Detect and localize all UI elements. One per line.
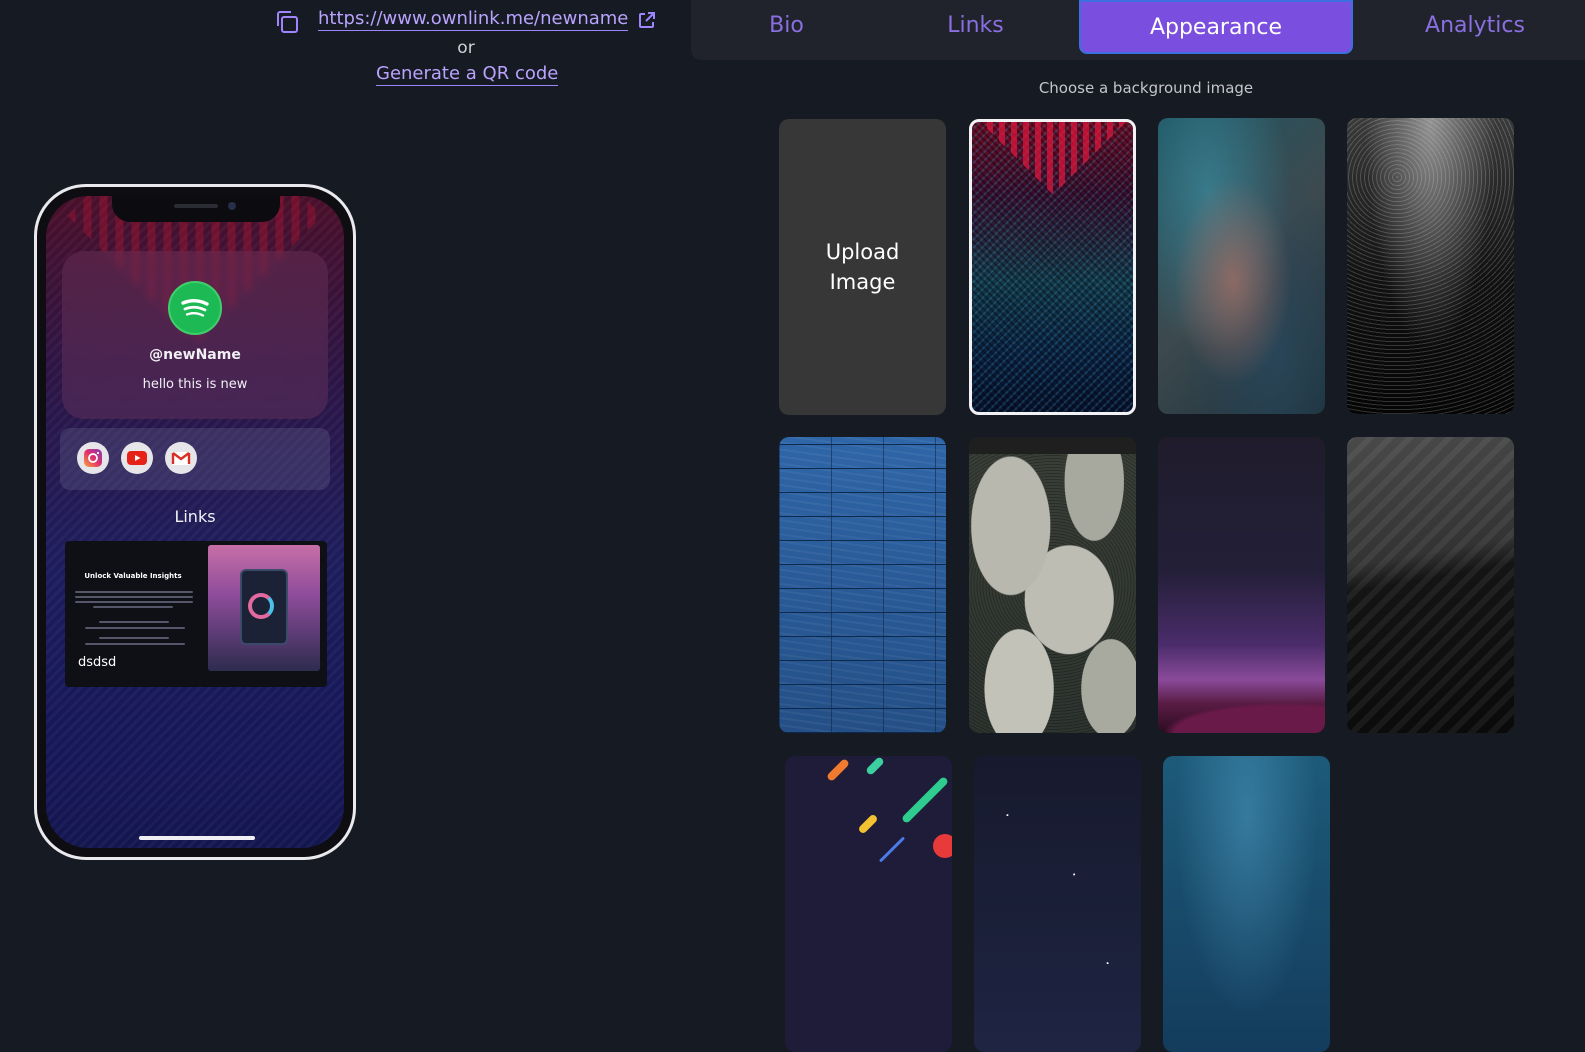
streak-shape <box>865 756 885 776</box>
background-option-color-streaks[interactable] <box>785 756 952 1052</box>
phone-camera <box>228 202 236 210</box>
streak-shape <box>857 813 879 835</box>
spotify-icon <box>181 299 209 317</box>
home-indicator <box>139 836 255 840</box>
upload-image-label: Upload Image <box>825 240 900 294</box>
phone-screen: @newName hello this is new Links Unlock … <box>46 196 344 848</box>
background-option-camo[interactable] <box>969 437 1136 733</box>
background-option-chevron-selected[interactable] <box>969 119 1136 415</box>
tab-bar: Bio Links Appearance Analytics <box>691 0 1585 60</box>
instagram-icon[interactable] <box>77 442 109 474</box>
donut-chart-illustration <box>248 593 274 619</box>
youtube-icon[interactable] <box>121 442 153 474</box>
streak-shape <box>933 834 952 858</box>
link-card-text-line <box>93 606 173 608</box>
streak-shape <box>825 757 851 783</box>
or-separator: or <box>457 38 475 58</box>
tab-appearance[interactable]: Appearance <box>1079 0 1353 54</box>
link-card-text-line <box>75 601 193 603</box>
link-card-text-line <box>75 591 193 593</box>
background-section-label: Choose a background image <box>1038 79 1254 97</box>
profile-handle: @newName <box>149 347 241 363</box>
tab-bio[interactable]: Bio <box>709 0 864 54</box>
background-option-night-sky[interactable] <box>974 756 1141 1052</box>
tab-analytics[interactable]: Analytics <box>1397 0 1553 54</box>
social-icons-row <box>60 428 330 490</box>
profile-url-link[interactable]: https://www.ownlink.me/newname <box>318 8 629 31</box>
background-option-desert-dusk[interactable] <box>1158 437 1325 733</box>
link-card-text-line <box>99 621 169 623</box>
phone-notch <box>112 196 280 222</box>
copy-icon[interactable] <box>274 9 300 35</box>
generate-qr-link[interactable]: Generate a QR code <box>376 63 559 86</box>
tab-links[interactable]: Links <box>898 0 1053 54</box>
link-card-title: Unlock Valuable Insights <box>84 572 182 580</box>
external-link-icon[interactable] <box>637 10 657 30</box>
upload-image-button[interactable]: Upload Image <box>779 119 946 415</box>
links-heading: Links <box>174 507 216 526</box>
link-card-text-line <box>85 643 185 645</box>
streak-shape <box>878 836 906 863</box>
link-card-text-line <box>99 637 169 639</box>
streak-shape <box>900 775 950 825</box>
phone-speaker <box>174 204 218 208</box>
background-option-blue-wood[interactable] <box>779 437 946 733</box>
background-option-ocean[interactable] <box>1163 756 1330 1052</box>
link-card-image <box>208 545 320 671</box>
background-option-sparkle[interactable] <box>1347 118 1514 414</box>
background-option-nebula[interactable] <box>1158 118 1325 414</box>
link-card-text-line <box>75 596 193 598</box>
phone-preview: @newName hello this is new Links Unlock … <box>34 184 356 860</box>
link-card[interactable]: Unlock Valuable Insights dsdsd <box>65 541 327 687</box>
profile-card: @newName hello this is new <box>62 251 328 419</box>
gmail-icon[interactable] <box>165 442 197 474</box>
link-card-text-line <box>85 627 185 629</box>
profile-bio: hello this is new <box>142 377 248 392</box>
avatar <box>168 281 222 335</box>
background-option-carbon[interactable] <box>1347 437 1514 733</box>
link-card-caption: dsdsd <box>78 655 117 670</box>
